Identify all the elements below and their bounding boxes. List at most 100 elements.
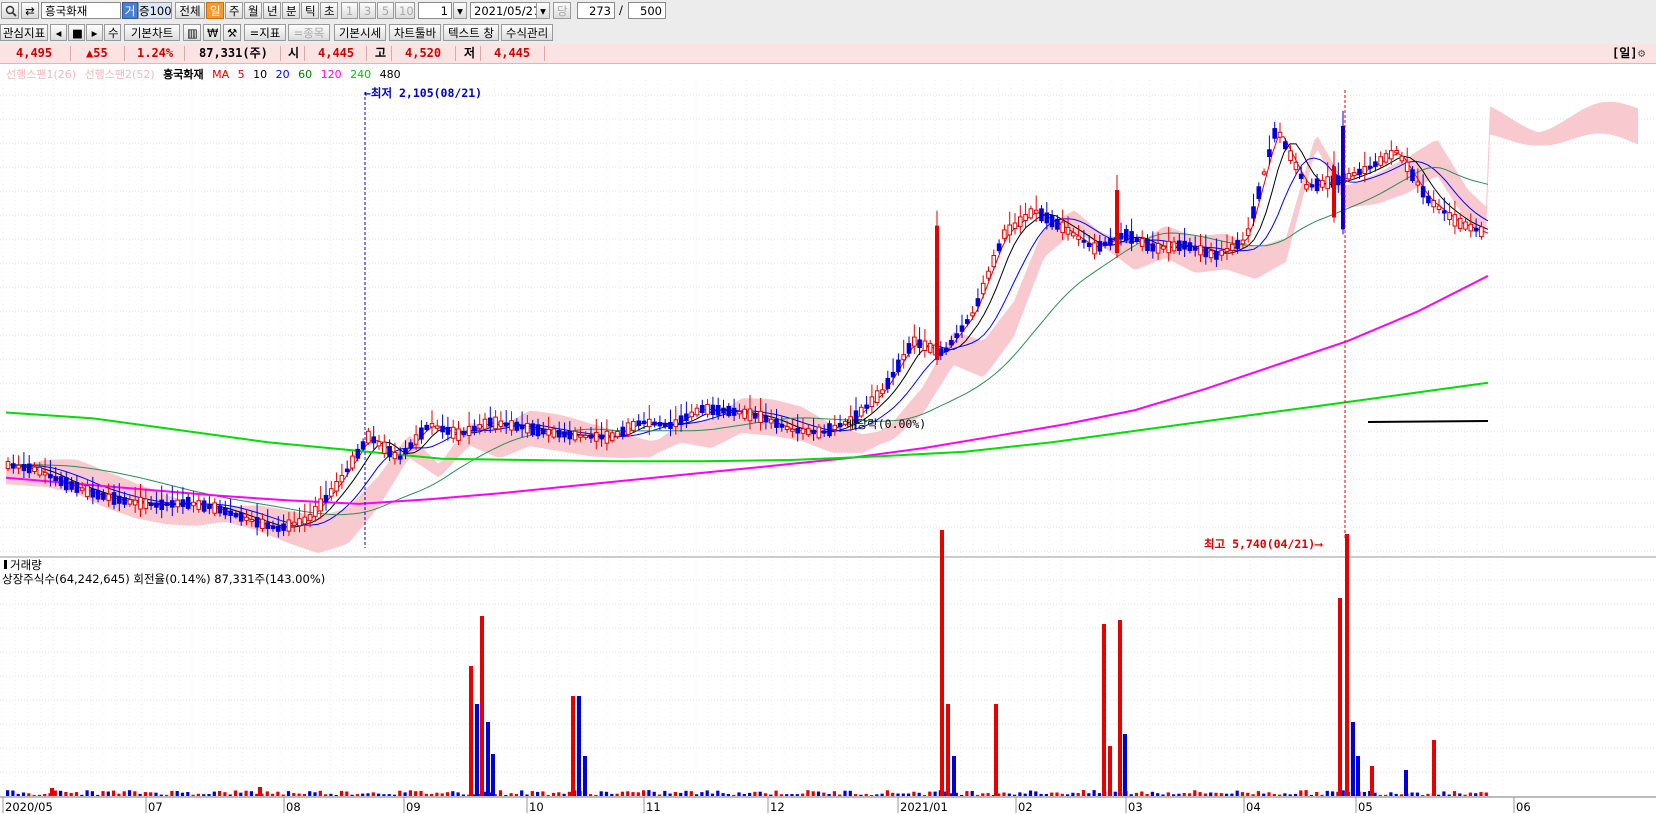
volume-bar xyxy=(1145,794,1149,796)
candle-body xyxy=(1102,241,1108,246)
volume-bar xyxy=(1123,734,1127,796)
volume-bar xyxy=(721,793,725,796)
volume-bar xyxy=(1071,792,1075,796)
candle-body xyxy=(1272,128,1278,139)
volume-bar xyxy=(652,791,656,796)
candle-body xyxy=(435,425,440,429)
volume-bar xyxy=(940,530,944,796)
x-axis-label: 05 xyxy=(1358,800,1373,814)
volume-bars xyxy=(6,530,1488,796)
candle-body xyxy=(790,428,795,432)
volume-bar xyxy=(571,696,575,796)
volume-bar xyxy=(43,794,47,796)
volume-bar xyxy=(1262,793,1266,796)
x-axis-label: 03 xyxy=(1128,800,1143,814)
candle-body xyxy=(747,408,753,422)
candle-body xyxy=(1007,224,1013,236)
volume-bar xyxy=(970,791,974,796)
candle-body xyxy=(874,390,880,403)
volume-bar xyxy=(59,790,63,796)
candle-body xyxy=(1081,239,1087,243)
candle-body xyxy=(366,430,371,444)
candle-body xyxy=(339,475,345,483)
candle-body xyxy=(885,377,891,389)
candle-body xyxy=(821,430,827,434)
candle-body xyxy=(721,407,726,414)
candle-body xyxy=(111,492,117,505)
candle-body xyxy=(509,420,514,431)
candle-body xyxy=(906,343,912,354)
candle-body xyxy=(1452,214,1458,227)
candle-body xyxy=(1192,246,1198,251)
volume-bar xyxy=(122,791,126,796)
volume-bar xyxy=(710,793,715,796)
candle-body xyxy=(260,518,265,529)
candle-body xyxy=(980,282,986,295)
volume-bar xyxy=(567,791,571,796)
max-price-label: 최고 5,740(04/21)⟶ xyxy=(1204,537,1323,551)
volume-bar xyxy=(1283,793,1287,796)
volume-bar xyxy=(1338,598,1342,796)
candle-body xyxy=(700,405,705,413)
volume-bar xyxy=(869,795,874,796)
volume-bar xyxy=(1345,534,1349,796)
volume-bar xyxy=(801,793,805,796)
candle-body xyxy=(117,495,122,504)
volume-bar xyxy=(11,790,15,796)
volume-bar xyxy=(1150,791,1154,796)
candle-body xyxy=(837,423,843,428)
candle-body xyxy=(212,502,217,514)
volume-bar xyxy=(620,791,624,796)
candle-body xyxy=(79,487,85,492)
candle-body xyxy=(1155,243,1161,254)
candle-body xyxy=(996,243,1002,252)
volume-bar xyxy=(475,704,479,796)
volume-bar xyxy=(1007,793,1011,796)
candle-body xyxy=(371,436,376,444)
candle-body xyxy=(578,434,583,438)
volume-bar xyxy=(1066,794,1070,796)
candle-body xyxy=(1161,245,1166,250)
volume-bar xyxy=(1331,791,1335,796)
volume-bar xyxy=(859,794,863,796)
volume-bar xyxy=(933,791,937,796)
candle-body xyxy=(201,500,207,512)
volume-bar xyxy=(1076,793,1080,796)
volume-bar xyxy=(1166,792,1170,796)
volume-bar xyxy=(636,792,640,796)
price-chart[interactable]: 2020/05 07 08 09 10 11 12 2021/01 02 03 04 05 06 xyxy=(0,0,1656,814)
volume-bar xyxy=(864,793,868,796)
volume-bar xyxy=(430,793,434,796)
candle-body xyxy=(1065,226,1071,235)
candle-body xyxy=(334,481,339,492)
volume-bar xyxy=(1023,793,1027,796)
candle-body xyxy=(551,428,557,438)
volume-bar xyxy=(313,792,317,796)
legend-span2: 선행스팬2(52) xyxy=(84,68,155,81)
candle-body xyxy=(1139,238,1145,247)
volume-bar xyxy=(175,791,179,796)
volume-bar xyxy=(249,791,253,796)
volume-bar xyxy=(180,792,185,796)
volume-bar xyxy=(705,790,709,796)
volume-bar xyxy=(891,792,895,796)
candle-body xyxy=(95,490,101,500)
volume-bar xyxy=(1113,791,1117,796)
candle-body xyxy=(1277,131,1283,138)
legend-ma-label: MA xyxy=(212,68,230,81)
volume-bar xyxy=(244,790,248,796)
volume-bar xyxy=(292,793,296,796)
candle-body xyxy=(450,426,456,439)
volume-bar xyxy=(258,787,262,796)
volume-bar xyxy=(170,790,174,796)
volume-bar xyxy=(1309,794,1313,796)
volume-bar xyxy=(822,792,826,796)
candle-body xyxy=(21,464,27,472)
volume-bar xyxy=(6,790,10,796)
candle-body xyxy=(26,463,32,474)
candle-body xyxy=(1012,222,1018,229)
volume-bar xyxy=(1251,794,1255,796)
volume-bar xyxy=(827,794,831,796)
candle-body xyxy=(1357,168,1362,176)
min-price-label: ←최저 2,105(08/21) xyxy=(364,86,483,100)
